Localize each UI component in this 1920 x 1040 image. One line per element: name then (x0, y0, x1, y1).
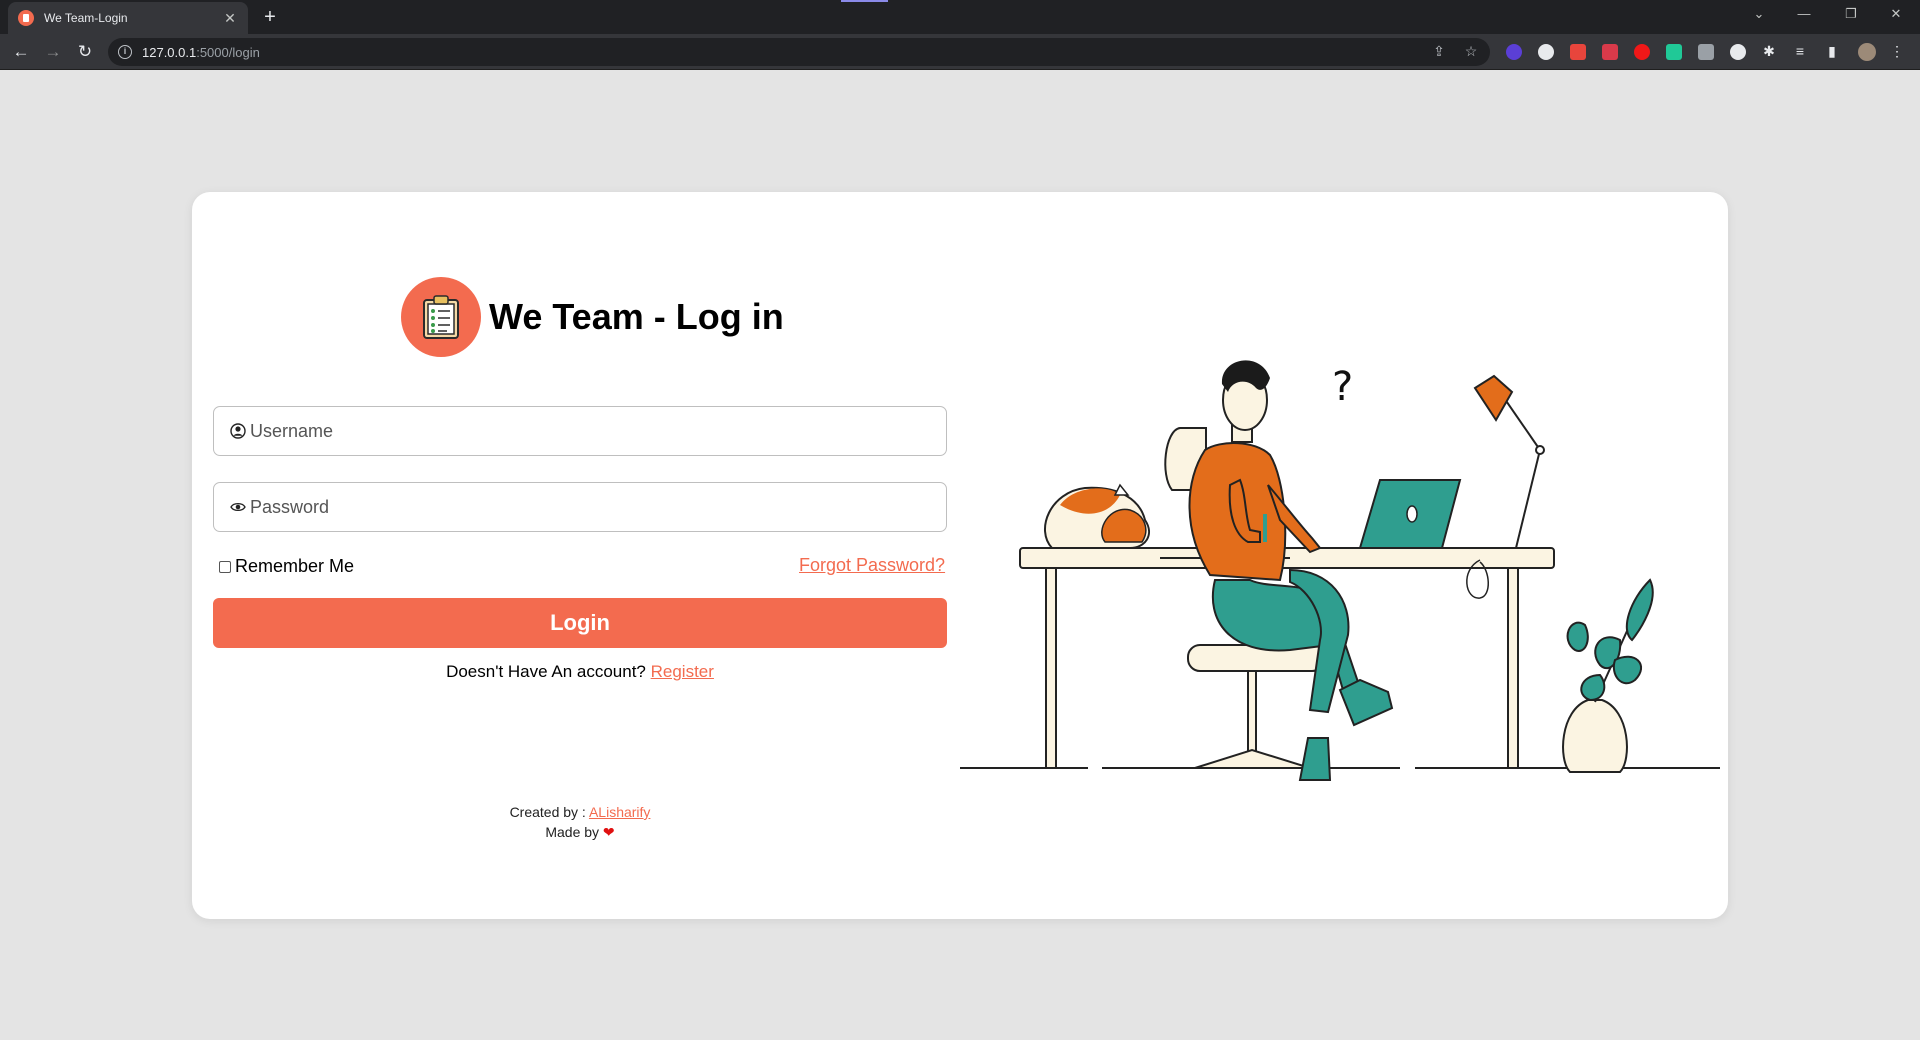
minimize-window-button[interactable]: — (1792, 6, 1816, 21)
person-illustration: ? (1188, 360, 1394, 781)
remember-me-label: Remember Me (235, 556, 355, 576)
password-field[interactable] (213, 482, 947, 532)
clipboard-logo-icon (401, 277, 481, 357)
back-button[interactable]: ← (9, 40, 33, 64)
extension-camera-icon[interactable] (1698, 44, 1714, 60)
username-field[interactable] (213, 406, 947, 456)
url-path: :5000/login (196, 44, 260, 60)
signup-prompt-text: Doesn't Have An account? (446, 662, 646, 681)
restore-window-button[interactable]: ❐ (1839, 6, 1863, 22)
browser-tab-strip: We Team-Login ✕ + ⌄ — ❐ ✕ (0, 0, 1920, 34)
user-circle-icon (230, 423, 246, 439)
favicon-icon (18, 10, 34, 26)
remember-me-checkbox[interactable] (219, 560, 231, 573)
browser-menu-icon[interactable]: ⋮ (1888, 43, 1906, 60)
signup-prompt: Doesn't Have An account? Register (213, 662, 947, 682)
reload-button[interactable]: ↻ (73, 40, 97, 64)
page-title: We Team - Log in (489, 296, 784, 337)
password-input[interactable] (250, 496, 930, 518)
extension-green-icon[interactable] (1666, 44, 1682, 60)
extension-purple-icon[interactable] (1506, 44, 1522, 60)
media-queue-icon[interactable]: ≡ (1791, 43, 1809, 59)
browser-tab[interactable]: We Team-Login ✕ (8, 2, 248, 34)
workspace-illustration: ? (960, 360, 1720, 781)
side-panel-icon[interactable]: ▮ (1823, 43, 1841, 60)
author-link[interactable]: ALisharify (589, 804, 650, 820)
heart-icon: ❤ (602, 824, 615, 840)
close-window-button[interactable]: ✕ (1884, 6, 1908, 22)
question-mark: ? (1332, 364, 1353, 410)
browser-toolbar: ← → ↻ i 127.0.0.1:5000/login ⇪ ☆ ✱ ≡ ▮ ⋮ (0, 34, 1920, 70)
sleeping-cat-illustration (1043, 483, 1150, 549)
desk-lamp-illustration (1473, 374, 1545, 558)
url-host: 127.0.0.1 (142, 44, 197, 60)
close-tab-icon[interactable]: ✕ (222, 10, 238, 27)
bookmark-star-icon[interactable]: ☆ (1462, 43, 1480, 60)
extension-percent-icon[interactable] (1570, 44, 1586, 60)
laptop-illustration (1320, 479, 1462, 549)
new-tab-button[interactable]: + (258, 5, 282, 29)
plant-illustration (1562, 578, 1654, 773)
extensions-puzzle-icon[interactable]: ✱ (1760, 43, 1778, 60)
extension-red-drop-icon[interactable] (1634, 44, 1650, 60)
tab-search-icon[interactable]: ⌄ (1747, 6, 1771, 22)
brand-header: We Team - Log in (401, 276, 784, 358)
extension-red-square-icon[interactable] (1602, 44, 1618, 60)
forward-button[interactable]: → (41, 40, 65, 64)
login-button[interactable]: Login (213, 598, 947, 648)
share-icon[interactable]: ⇪ (1430, 43, 1448, 60)
created-by-label: Created by : (509, 804, 586, 820)
made-by-label: Made by (545, 824, 600, 840)
address-bar[interactable]: i 127.0.0.1:5000/login ⇪ ☆ (108, 38, 1490, 66)
login-card: We Team - Log in Remember Me Forgot Pass… (192, 192, 1728, 919)
extension-eye-icon[interactable] (1730, 44, 1746, 60)
username-input[interactable] (250, 420, 930, 442)
remember-me[interactable]: Remember Me (219, 556, 354, 577)
forgot-password-link[interactable]: Forgot Password? (799, 555, 945, 576)
eye-icon[interactable] (230, 499, 246, 515)
chair-illustration (1187, 644, 1325, 769)
credits: Created by : ALisharify Made by ❤ (213, 802, 947, 842)
tab-strip-accent (841, 0, 888, 2)
extension-g-icon[interactable] (1538, 44, 1554, 60)
profile-avatar[interactable] (1858, 43, 1876, 61)
tab-title: We Team-Login (44, 11, 128, 25)
register-link[interactable]: Register (651, 662, 714, 681)
site-info-icon[interactable]: i (118, 45, 132, 59)
